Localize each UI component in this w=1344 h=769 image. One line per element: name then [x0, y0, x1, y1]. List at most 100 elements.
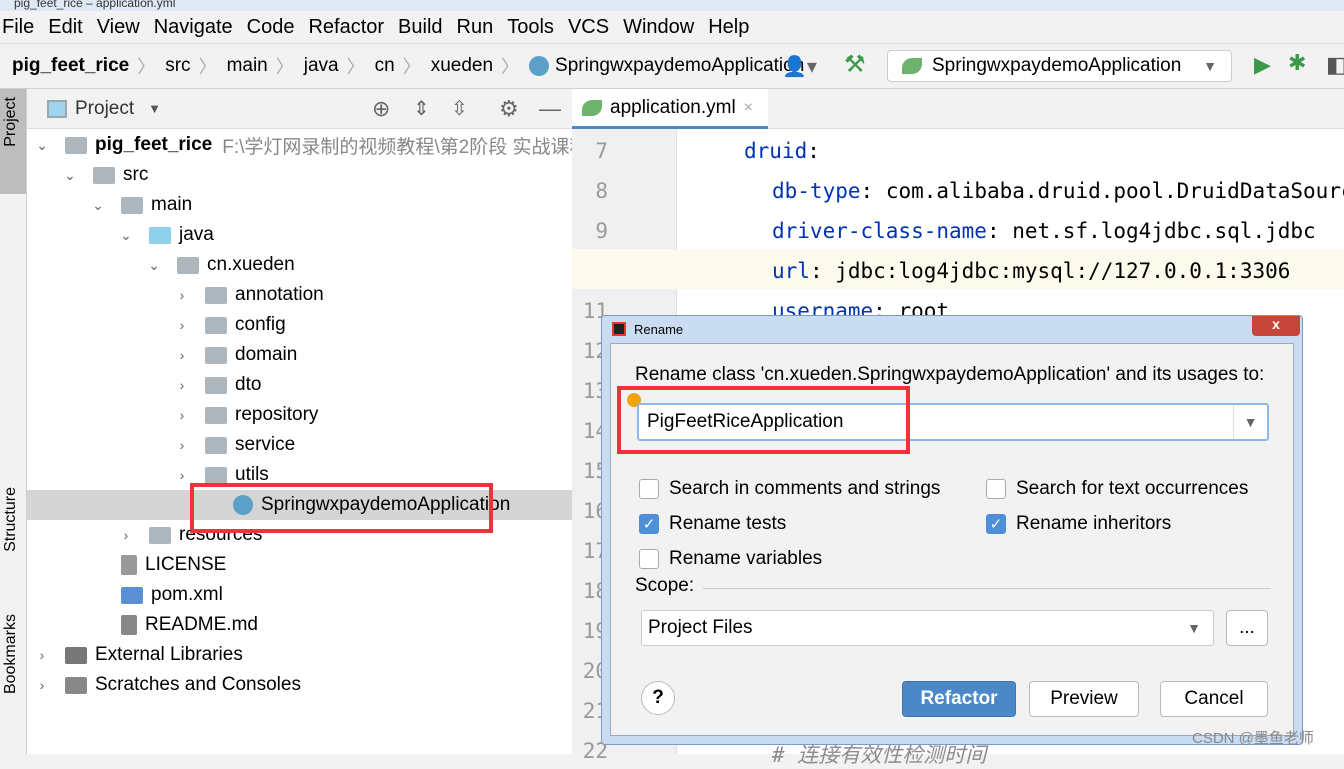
bookmarks-tool-button[interactable]: Bookmarks [2, 614, 20, 694]
tree-item[interactable]: ⌄ src [63, 160, 148, 190]
tree-item[interactable]: › dto [175, 370, 262, 400]
gear-icon[interactable]: ⚙ [499, 96, 519, 122]
breadcrumb-project[interactable]: pig_feet_rice [12, 55, 129, 77]
checkbox-icon[interactable]: ✓ [986, 514, 1006, 534]
chevron-down-icon[interactable]: ▼ [1233, 405, 1267, 439]
option-label: Search for text occurrences [1016, 478, 1249, 499]
tree-item-label: dto [235, 374, 262, 395]
menu-navigate[interactable]: Navigate [154, 16, 233, 39]
chevron-icon[interactable]: › [35, 677, 49, 693]
close-button[interactable]: x [1252, 316, 1300, 336]
refactor-button[interactable]: Refactor [902, 681, 1016, 717]
tree-item[interactable]: LICENSE [91, 550, 226, 580]
build-hammer-icon[interactable]: ⚒ [844, 50, 866, 79]
tree-item-label: main [151, 194, 193, 215]
chevron-icon[interactable]: ⌄ [63, 167, 77, 184]
tree-item[interactable]: › Scratches and Consoles [35, 670, 301, 700]
checkbox-icon[interactable] [639, 549, 659, 569]
yaml-value: com.alibaba.druid.pool.DruidDataSource [885, 179, 1344, 203]
tree-item[interactable]: › config [175, 310, 286, 340]
menu-edit[interactable]: Edit [48, 16, 82, 39]
tree-item[interactable]: ⌄ java [119, 220, 214, 250]
tree-item[interactable]: pom.xml [91, 580, 223, 610]
tree-item[interactable]: › domain [175, 340, 298, 370]
breadcrumb-main[interactable]: main [227, 55, 268, 77]
chevron-icon[interactable]: ⌄ [91, 197, 105, 214]
intellij-icon [612, 322, 626, 336]
chevron-icon[interactable]: › [175, 437, 189, 453]
chevron-icon[interactable]: › [175, 317, 189, 333]
menu-build[interactable]: Build [398, 16, 442, 39]
tree-item[interactable]: README.md [91, 610, 258, 640]
chevron-icon[interactable]: ⌄ [119, 227, 133, 244]
chevron-icon[interactable]: ⌄ [35, 137, 49, 154]
hide-icon[interactable]: — [539, 96, 561, 122]
tree-item[interactable]: › annotation [175, 280, 324, 310]
chevron-icon[interactable]: › [175, 467, 189, 483]
menu-help[interactable]: Help [708, 16, 749, 39]
scope-label: Scope: [635, 575, 695, 596]
folder-icon [121, 196, 143, 214]
scope-more-button[interactable]: ... [1226, 610, 1268, 646]
run-icon[interactable]: ▶ [1254, 52, 1271, 78]
close-icon[interactable]: × [744, 99, 753, 117]
breadcrumb-src[interactable]: src [165, 55, 190, 77]
pkg-icon [205, 346, 227, 364]
breadcrumb-class[interactable]: SpringwxpaydemoApplication [555, 55, 804, 77]
colon: : [807, 139, 833, 163]
chevron-icon[interactable]: › [119, 527, 133, 543]
tree-item[interactable]: ⌄ pig_feet_rice F:\学灯网录制的视频教程\第2阶段 实战课程\ [35, 130, 594, 160]
breadcrumb-xueden[interactable]: xueden [431, 55, 493, 77]
chevron-icon[interactable]: › [175, 407, 189, 423]
menu-refactor[interactable]: Refactor [308, 16, 384, 39]
coverage-icon[interactable]: ◧ [1326, 52, 1344, 78]
chevron-icon[interactable]: › [175, 377, 189, 393]
menu-view[interactable]: View [97, 16, 140, 39]
menu-run[interactable]: Run [457, 16, 494, 39]
chevron-down-icon[interactable]: ▼ [148, 101, 161, 116]
expand-all-icon[interactable]: ⇕ [413, 96, 430, 121]
chevron-icon[interactable]: › [175, 347, 189, 363]
option-checkbox[interactable]: Search for text occurrences [986, 478, 1248, 500]
tree-item[interactable]: › repository [175, 400, 319, 430]
menu-file[interactable]: File [2, 16, 34, 39]
debug-bug-icon[interactable]: ✱ [1288, 50, 1306, 76]
tree-item[interactable]: › External Libraries [35, 640, 243, 670]
menu-tools[interactable]: Tools [507, 16, 554, 39]
option-checkbox[interactable]: ✓ Rename tests [639, 513, 786, 535]
navigation-bar: pig_feet_rice 〉 src 〉 main 〉 java 〉 cn 〉 xued… [0, 43, 1344, 89]
yaml-file-icon [582, 99, 602, 116]
chevron-icon[interactable]: › [175, 287, 189, 303]
project-tool-button[interactable]: Project [0, 89, 26, 194]
tree-item-label: README.md [145, 614, 258, 635]
scope-select[interactable]: Project Files ▼ [641, 610, 1214, 646]
cancel-button[interactable]: Cancel [1160, 681, 1268, 717]
menu-vcs[interactable]: VCS [568, 16, 609, 39]
preview-button[interactable]: Preview [1029, 681, 1139, 717]
run-config-select[interactable]: SpringwxpaydemoApplication ▼ [887, 50, 1232, 82]
tree-item[interactable]: ⌄ main [91, 190, 192, 220]
option-checkbox[interactable]: Rename variables [639, 548, 822, 570]
tab-label: application.yml [610, 96, 736, 118]
menu-code[interactable]: Code [247, 16, 295, 39]
menu-window[interactable]: Window [623, 16, 694, 39]
tab-application-yml[interactable]: application.yml × [572, 89, 768, 129]
checkbox-icon[interactable]: ✓ [639, 514, 659, 534]
help-button[interactable]: ? [641, 681, 675, 715]
tree-item[interactable]: ⌄ cn.xueden [147, 250, 295, 280]
breadcrumb-java[interactable]: java [304, 55, 339, 77]
tree-item[interactable]: › service [175, 430, 296, 460]
breadcrumb-cn[interactable]: cn [375, 55, 395, 77]
chevron-icon[interactable]: › [35, 647, 49, 663]
option-checkbox[interactable]: Search in comments and strings [639, 478, 940, 500]
collapse-all-icon[interactable]: ⇳ [451, 96, 468, 121]
checkbox-icon[interactable] [639, 479, 659, 499]
user-icon[interactable]: 👤▾ [782, 54, 817, 79]
option-checkbox[interactable]: ✓ Rename inheritors [986, 513, 1171, 535]
project-view-select[interactable]: Project [75, 98, 134, 120]
structure-tool-button[interactable]: Structure [2, 487, 20, 552]
checkbox-icon[interactable] [986, 479, 1006, 499]
chevron-icon[interactable]: ⌄ [147, 257, 161, 274]
locate-icon[interactable]: ⊕ [372, 96, 390, 122]
yaml-key: druid [744, 139, 808, 163]
